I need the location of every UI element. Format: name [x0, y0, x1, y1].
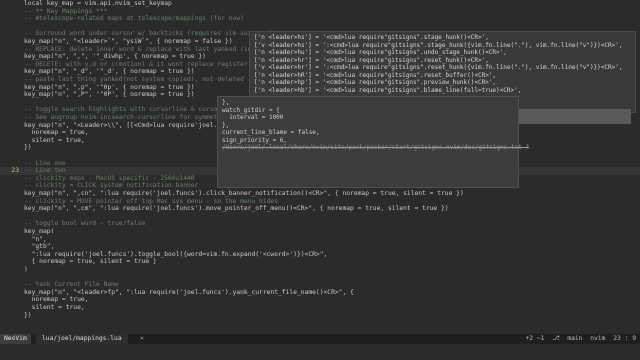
editor-line[interactable]: key_map("n", "<leader>fp", ":lua require…: [0, 289, 640, 297]
line-text: ): [24, 266, 28, 273]
editor-line[interactable]: [0, 319, 640, 327]
popup-line: },: [222, 121, 230, 129]
line-text: -- Line two: [24, 167, 66, 175]
popup-line: ['n <leader>hr'] = '<cmd>lua require"git…: [254, 56, 489, 64]
popup-line: ['v <leader>hs'] = ':<cmd>lua require"gi…: [254, 41, 623, 49]
line-text: -- clickity maps - MacOS specific - 2560…: [24, 174, 195, 182]
editor-line[interactable]: key_map("n", ",cn", ":lua require('joel.…: [0, 190, 640, 198]
line-text: key_map("n", ",cm", ":lua require('joel.…: [24, 205, 449, 213]
mode-indicator: NeoVim: [0, 334, 31, 344]
line-text: -- DELETE: with y,d or c(motion) & it wo…: [24, 60, 248, 68]
popup-line: ['n <leader>hu'] = '<cmd>lua require"git…: [254, 49, 507, 56]
editor-line[interactable]: }): [0, 312, 640, 320]
line-text: key_map("n", "<leader>fp", ":lua require…: [24, 288, 354, 296]
line-text: -- clickity = CLICK system notification …: [24, 182, 199, 190]
popup-line: current_line_blame = false,: [222, 129, 320, 136]
popup-line: ['n <leader>hb'] = '<cmd>lua require"git…: [254, 86, 522, 94]
popup-line: watch_gitdir = {: [222, 106, 280, 114]
command-line[interactable]: [0, 344, 640, 360]
editor-line[interactable]: [0, 274, 640, 282]
editor-line[interactable]: [0, 213, 640, 221]
line-text: -- #telescope-related maps at telescope/…: [24, 15, 244, 23]
line-text: key_map("n", ",p", '"0p', { noremap = tr…: [24, 83, 195, 91]
editor-line[interactable]: local key_map = vim.api.nvim_set_keymap: [0, 0, 640, 8]
line-text: silent = true,: [24, 136, 85, 144]
editor-line[interactable]: "gtb",: [0, 243, 640, 251]
popup-line: ['n <leader>hR'] = '<cmd>lua require"git…: [254, 71, 497, 79]
editor-line[interactable]: silent = true,: [0, 304, 640, 312]
editor-line[interactable]: key_map(: [0, 228, 640, 236]
branch-icon: ⎇: [552, 335, 560, 342]
line-text: key_map("n", "<leader>`", "ysiW`", { nor…: [24, 38, 233, 45]
git-changes: +2 ~1: [525, 335, 545, 342]
line-text: -- ** Key Mappings ***: [24, 7, 108, 15]
editor-line[interactable]: ":lua require('joel.funcs').toggle_bool(…: [0, 251, 640, 259]
line-text: -- Surround word under cursor w/ backtic…: [24, 30, 275, 38]
status-right: +2 ~1 ⎇ main nvim 23 : 9: [521, 334, 636, 344]
buffer-tab[interactable]: lua/joel/mappings.lua: [36, 334, 128, 344]
line-text: -- See augroup nvim-incsearch-cursorline…: [24, 114, 225, 121]
git-branch: main: [567, 335, 583, 342]
line-text: noremap = true,: [24, 129, 89, 137]
editor-line[interactable]: -- #telescope-related maps at telescope/…: [0, 15, 640, 23]
editor-line[interactable]: "n",: [0, 236, 640, 244]
editor-line[interactable]: -- ** Key Mappings ***: [0, 8, 640, 16]
editor-line[interactable]: -- toggle bool word - true/false: [0, 220, 640, 228]
line-text: silent = true,: [24, 304, 85, 311]
line-text: key_map(: [24, 228, 55, 235]
line-text: key_map("n", ",", '"_diwhp', { noremap =…: [24, 53, 206, 61]
line-text: -- toggle bool word - true/false: [24, 220, 146, 228]
line-text: { noremap = true, silent = true }: [24, 258, 157, 266]
line-text: ":lua require('joel.funcs').toggle_bool(…: [24, 250, 328, 258]
editor-line[interactable]: key_map("n", ",cm", ":lua require('joel.…: [0, 205, 640, 213]
line-text: key_map("n", "_d", '"_d', { noremap = tr…: [24, 68, 195, 76]
line-text: -- Line one: [24, 159, 66, 167]
editor-line[interactable]: -- clickity = MOVE pointer off top Mac s…: [0, 198, 640, 206]
editor-line[interactable]: ): [0, 266, 640, 274]
editor-line[interactable]: -- Yank Current File Name: [0, 281, 640, 289]
line-text: key_map("n", ",P", '"0P', { noremap = tr…: [24, 91, 195, 99]
cursor-position: 23 : 9: [613, 335, 636, 342]
popup-line: },: [222, 99, 230, 106]
line-text: }): [24, 144, 32, 152]
popup-line: ['n <leader>hs'] = '<cmd>lua require"git…: [254, 34, 489, 41]
line-text: key_map("n", ",cn", ":lua require('joel.…: [24, 190, 464, 197]
close-icon[interactable]: ×: [140, 334, 144, 344]
line-text: -- toggle search highlights with cursorl…: [24, 106, 244, 114]
popup-line: interval = 1000: [222, 114, 284, 121]
line-text: -- paste last thing yanked(not system co…: [24, 76, 244, 83]
popup-line: ['v <leader>hr'] = ':<cmd>lua require"gi…: [254, 64, 623, 71]
line-text: -- Yank Current File Name: [24, 281, 119, 289]
line-text: noremap = true,: [24, 296, 89, 304]
line-text: -- clickity = MOVE pointer off top Mac s…: [24, 197, 279, 205]
popup-line: /Users/joel/.local/share/nvim/site/pack/…: [222, 144, 530, 151]
filetype: nvim: [590, 335, 606, 342]
line-text: "n",: [24, 235, 47, 243]
gitsigns-config-popup: }, watch_gitdir = { interval = 1000}, curr…: [218, 97, 530, 187]
editor-line[interactable]: { noremap = true, silent = true }: [0, 258, 640, 266]
popup-line: ['n <leader>hp'] = '<cmd>lua require"git…: [254, 79, 497, 86]
editor-line[interactable]: [0, 23, 640, 31]
line-text: }): [24, 311, 32, 319]
line-text: "gtb",: [24, 243, 55, 251]
line-number: 23: [11, 167, 19, 175]
line-text: local key_map = vim.api.nvim_set_keymap: [24, 0, 172, 7]
editor-line[interactable]: noremap = true,: [0, 296, 640, 304]
popup-line: sign_priority = 6,: [222, 136, 288, 144]
statusline: NeoVim lua/joel/mappings.lua × +2 ~1 ⎇ m…: [0, 334, 640, 344]
